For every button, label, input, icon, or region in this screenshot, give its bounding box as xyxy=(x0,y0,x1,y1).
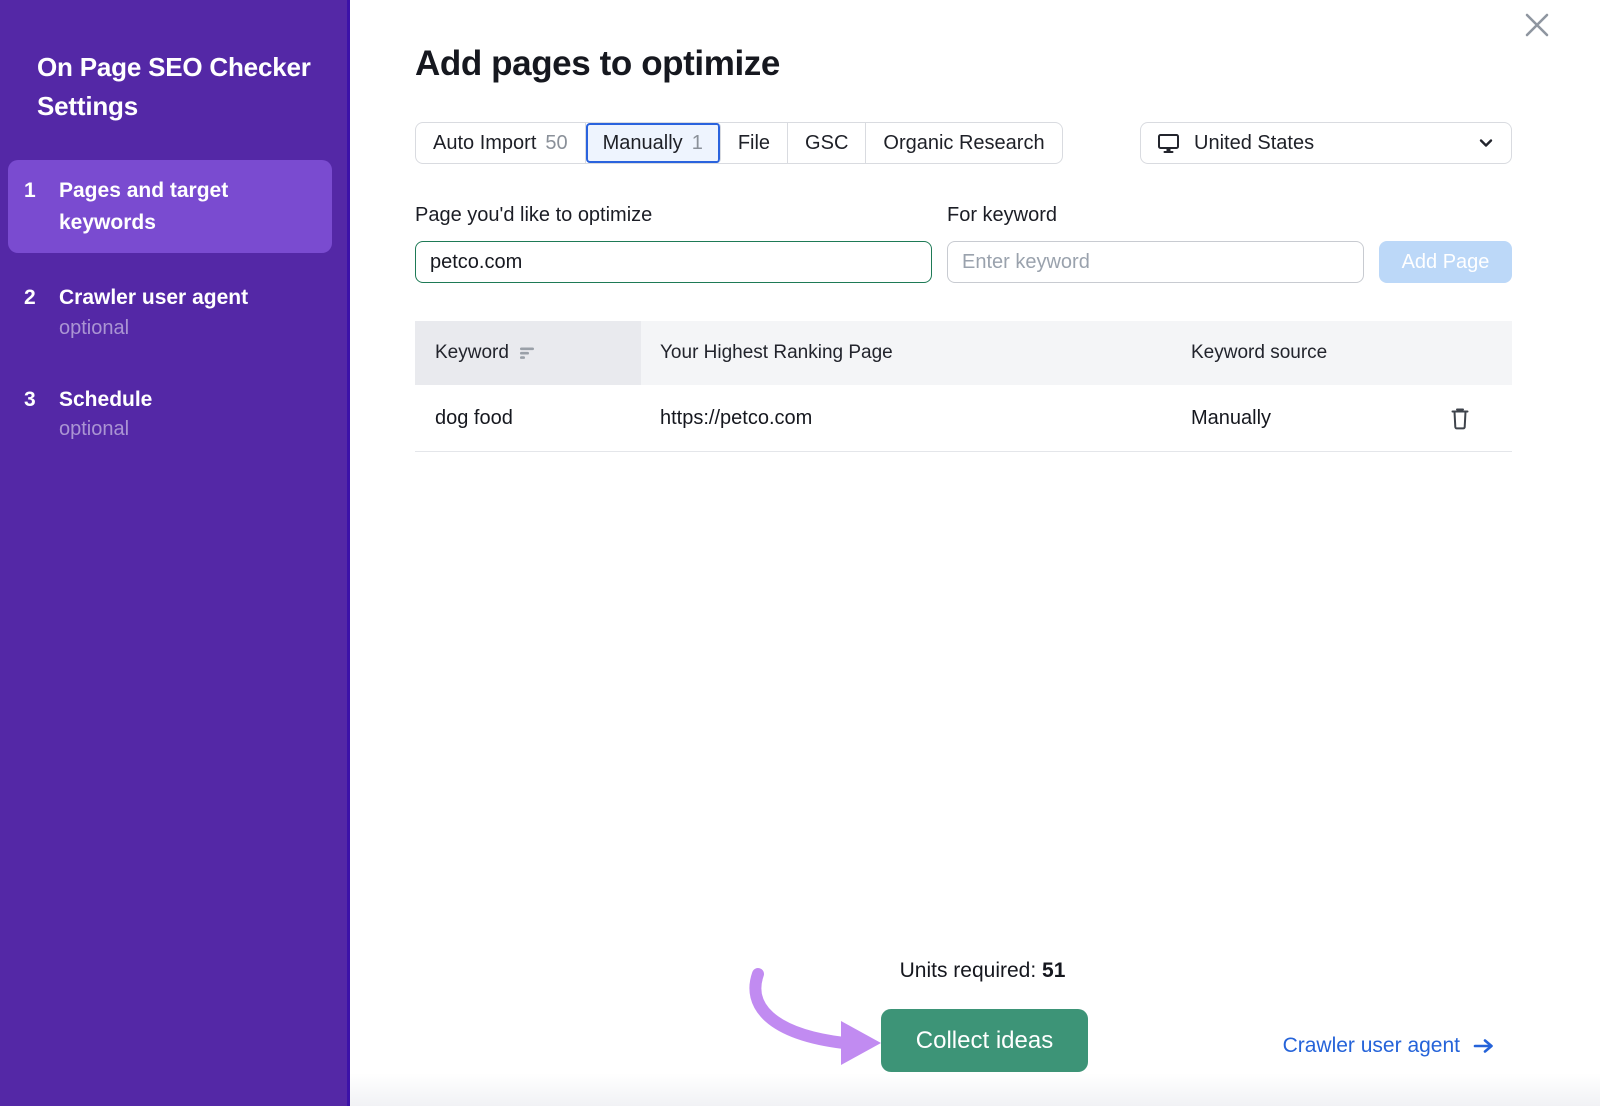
desktop-icon xyxy=(1157,132,1180,154)
column-header-keyword-source: Keyword source xyxy=(1191,321,1512,385)
keyword-input[interactable] xyxy=(947,241,1364,283)
column-header-label: Keyword xyxy=(435,342,509,364)
tab-manually[interactable]: Manually 1 xyxy=(586,123,721,163)
units-required-value: 51 xyxy=(1042,959,1065,982)
page-url-label: Page you'd like to optimize xyxy=(415,204,932,227)
step-number: 2 xyxy=(24,282,40,340)
units-required: Units required: 51 xyxy=(365,959,1600,983)
tab-organic-research[interactable]: Organic Research xyxy=(866,123,1061,163)
collect-ideas-button[interactable]: Collect ideas xyxy=(881,1009,1088,1072)
sidebar-item-crawler-user-agent[interactable]: 2 Crawler user agent optional xyxy=(8,267,332,355)
step-label: Schedule xyxy=(59,388,152,411)
units-required-label: Units required: xyxy=(900,959,1037,982)
step-optional-label: optional xyxy=(59,418,152,441)
cell-keyword-source: Manually xyxy=(1191,404,1512,432)
sort-icon xyxy=(519,346,535,360)
cell-keyword: dog food xyxy=(415,407,641,430)
tab-label: Organic Research xyxy=(883,132,1044,155)
crawler-user-agent-link-label: Crawler user agent xyxy=(1283,1034,1460,1058)
column-header-label: Your Highest Ranking Page xyxy=(660,342,893,364)
step-number: 3 xyxy=(24,384,40,442)
tab-label: Auto Import xyxy=(433,132,536,155)
close-button[interactable] xyxy=(1520,8,1554,42)
sidebar-item-pages-and-target-keywords[interactable]: 1 Pages and target keywords xyxy=(8,160,332,253)
cell-ranking-page: https://petco.com xyxy=(641,407,1191,430)
step-label: Crawler user agent xyxy=(59,286,248,309)
settings-steps: 1 Pages and target keywords 2 Crawler us… xyxy=(0,160,347,456)
crawler-user-agent-link[interactable]: Crawler user agent xyxy=(1283,1034,1495,1058)
country-selector[interactable]: United States xyxy=(1140,122,1512,164)
chevron-down-icon xyxy=(1477,134,1495,152)
trash-icon xyxy=(1450,406,1470,430)
step-optional-label: optional xyxy=(59,317,248,340)
step-label: Pages and target keywords xyxy=(59,179,228,234)
tab-label: File xyxy=(738,132,770,155)
column-header-ranking-page: Your Highest Ranking Page xyxy=(641,321,1191,385)
page-title: Add pages to optimize xyxy=(415,44,1512,84)
tab-count: 50 xyxy=(545,132,567,155)
tab-gsc[interactable]: GSC xyxy=(788,123,866,163)
import-method-tabs: Auto Import 50 Manually 1 File GSC xyxy=(415,122,1063,164)
tab-auto-import[interactable]: Auto Import 50 xyxy=(416,123,586,163)
tab-label: Manually xyxy=(603,132,683,155)
arrow-right-icon xyxy=(1473,1037,1495,1055)
column-header-keyword[interactable]: Keyword xyxy=(415,321,641,385)
close-icon xyxy=(1521,9,1553,41)
column-header-label: Keyword source xyxy=(1191,342,1327,364)
add-pages-panel: Add pages to optimize Auto Import 50 Man… xyxy=(350,0,1600,1106)
keywords-table: Keyword Your Highest Ranking Page Keywor… xyxy=(415,321,1512,452)
tab-label: GSC xyxy=(805,132,848,155)
sidebar-item-schedule[interactable]: 3 Schedule optional xyxy=(8,369,332,457)
tab-file[interactable]: File xyxy=(721,123,788,163)
table-row: dog food https://petco.com Manually xyxy=(415,385,1512,452)
tab-count: 1 xyxy=(692,132,703,155)
delete-row-button[interactable] xyxy=(1448,404,1472,432)
settings-sidebar: On Page SEO Checker Settings 1 Pages and… xyxy=(0,0,350,1106)
country-selector-value: United States xyxy=(1194,132,1314,155)
on-page-seo-checker-settings-modal: On Page SEO Checker Settings 1 Pages and… xyxy=(0,0,1600,1106)
table-header: Keyword Your Highest Ranking Page Keywor… xyxy=(415,321,1512,385)
keyword-label: For keyword xyxy=(947,204,1512,227)
page-url-input[interactable] xyxy=(415,241,932,283)
footer-strip xyxy=(350,1073,1600,1106)
step-number: 1 xyxy=(24,175,40,238)
add-page-button[interactable]: Add Page xyxy=(1379,241,1512,283)
sidebar-title: On Page SEO Checker Settings xyxy=(37,48,323,126)
keyword-source-value: Manually xyxy=(1191,407,1271,430)
